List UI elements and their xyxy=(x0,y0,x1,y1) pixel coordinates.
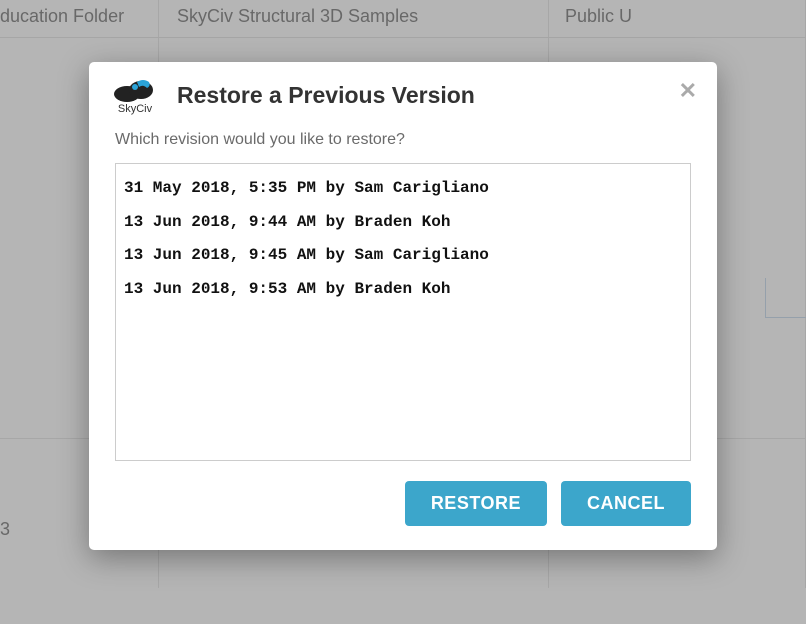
modal-title: Restore a Previous Version xyxy=(177,82,475,109)
modal-footer: RESTORE CANCEL xyxy=(89,461,717,550)
cancel-button[interactable]: CANCEL xyxy=(561,481,691,526)
revision-list[interactable]: 31 May 2018, 5:35 PM by Sam Carigliano 1… xyxy=(115,163,691,461)
revision-item[interactable]: 13 Jun 2018, 9:45 AM by Sam Carigliano xyxy=(122,239,684,273)
modal-prompt: Which revision would you like to restore… xyxy=(115,131,691,149)
restore-version-modal: SkyCiv Restore a Previous Version ✕ Whic… xyxy=(89,62,717,550)
logo-text: SkyCiv xyxy=(109,103,161,115)
skyciv-logo: SkyCiv xyxy=(109,76,161,115)
revision-item[interactable]: 13 Jun 2018, 9:53 AM by Braden Koh xyxy=(122,273,684,307)
modal-header: SkyCiv Restore a Previous Version ✕ xyxy=(89,62,717,125)
modal-body: Which revision would you like to restore… xyxy=(89,125,717,461)
revision-item[interactable]: 13 Jun 2018, 9:44 AM by Braden Koh xyxy=(122,206,684,240)
revision-item[interactable]: 31 May 2018, 5:35 PM by Sam Carigliano xyxy=(122,172,684,206)
modal-overlay: SkyCiv Restore a Previous Version ✕ Whic… xyxy=(0,0,806,624)
close-icon[interactable]: ✕ xyxy=(679,80,697,102)
restore-button[interactable]: RESTORE xyxy=(405,481,547,526)
